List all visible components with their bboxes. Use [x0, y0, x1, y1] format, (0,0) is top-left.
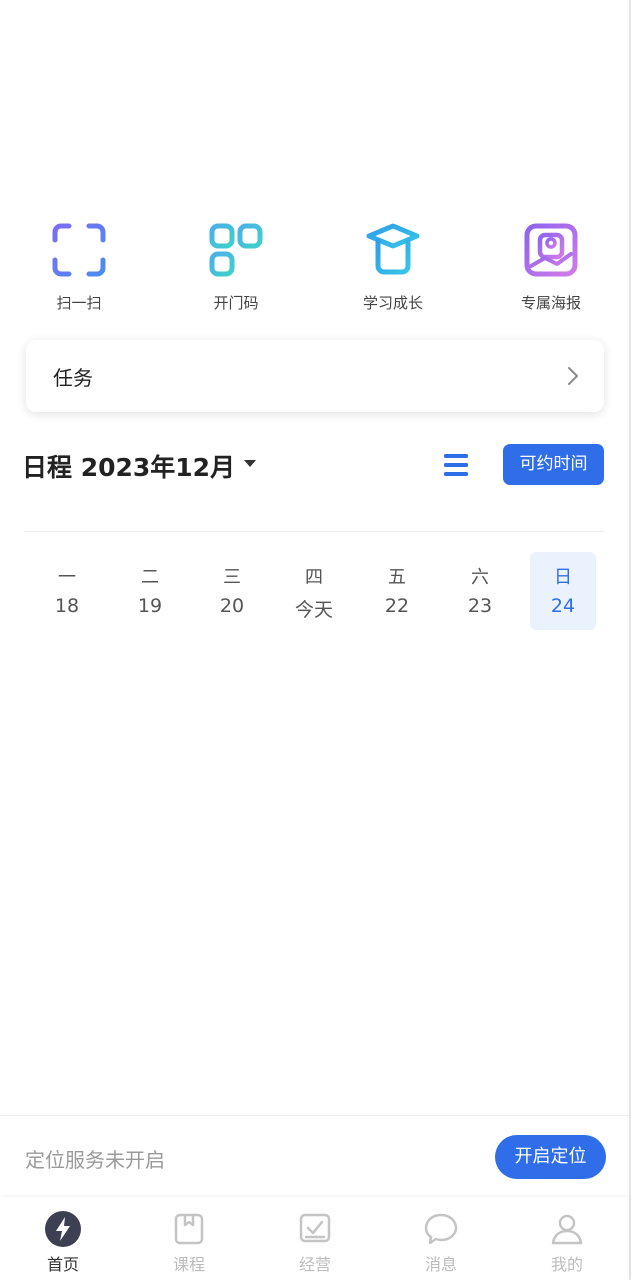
day-cell[interactable]: 六 23 — [447, 552, 513, 630]
learning-growth-action[interactable]: 学习成长 — [338, 222, 448, 313]
day-cell[interactable]: 二 19 — [117, 552, 183, 630]
date-label: 今天 — [294, 599, 333, 621]
tab-courses[interactable]: 课程 — [139, 1197, 239, 1280]
tab-label: 首页 — [46, 1255, 79, 1274]
day-cell[interactable]: 五 22 — [364, 552, 430, 630]
person-icon — [551, 1214, 583, 1245]
schedule-header: 日程 2023年12月 可约时间 — [22, 444, 604, 486]
date-label: 18 — [54, 595, 80, 617]
graduation-cap-icon — [366, 223, 420, 275]
weekday-label: 五 — [388, 567, 406, 588]
poster-image-icon — [524, 223, 578, 277]
learning-growth-label: 学习成长 — [362, 294, 423, 312]
week-strip: 一 18 二 19 三 20 四 今天 五 22 六 23 日 24 — [25, 552, 605, 632]
tab-label: 消息 — [424, 1255, 457, 1274]
day-cell-selected[interactable]: 日 24 — [530, 552, 596, 630]
chevron-right-icon — [568, 367, 578, 385]
scan-label: 扫一扫 — [56, 294, 102, 312]
tab-profile[interactable]: 我的 — [517, 1197, 617, 1280]
date-label: 24 — [550, 595, 576, 617]
available-time-button[interactable]: 可约时间 — [503, 444, 604, 485]
date-label: 22 — [384, 595, 410, 617]
weekday-label: 四 — [305, 567, 323, 588]
weekday-label: 六 — [471, 567, 489, 588]
caret-down-icon[interactable] — [244, 460, 256, 468]
day-cell[interactable]: 一 18 — [34, 552, 100, 630]
poster-action[interactable]: 专属海报 — [496, 222, 606, 313]
task-title: 任务 — [53, 365, 93, 390]
weekday-label: 三 — [223, 567, 241, 588]
weekday-label: 日 — [554, 567, 572, 588]
weekday-label: 二 — [141, 567, 159, 588]
location-status-text: 定位服务未开启 — [25, 1148, 165, 1172]
date-label: 20 — [219, 595, 245, 617]
scan-icon — [52, 223, 106, 277]
tab-label: 课程 — [172, 1255, 205, 1274]
scan-action[interactable]: 扫一扫 — [24, 222, 134, 313]
schedule-title[interactable]: 日程 2023年12月 — [22, 448, 235, 484]
lightning-icon — [45, 1211, 81, 1247]
tab-business[interactable]: 经营 — [265, 1197, 365, 1280]
enable-location-button[interactable]: 开启定位 — [495, 1135, 606, 1179]
divider — [24, 531, 604, 532]
weekday-label: 一 — [58, 567, 76, 588]
poster-label: 专属海报 — [520, 294, 581, 312]
tab-label: 我的 — [550, 1255, 583, 1274]
chat-bubble-icon — [424, 1213, 458, 1245]
book-icon — [174, 1213, 204, 1245]
tab-home[interactable]: 首页 — [13, 1197, 113, 1280]
checkbox-icon — [299, 1213, 331, 1243]
door-code-label: 开门码 — [213, 294, 259, 312]
date-label: 23 — [467, 595, 493, 617]
tab-messages[interactable]: 消息 — [391, 1197, 491, 1280]
quick-actions: 扫一扫 开门码 学习成长 专属海报 — [0, 222, 631, 322]
task-card[interactable]: 任务 — [26, 340, 604, 412]
list-view-icon[interactable] — [444, 453, 468, 477]
door-code-action[interactable]: 开门码 — [181, 222, 291, 313]
tab-bar: 首页 课程 经营 消息 我的 — [0, 1197, 629, 1280]
day-cell-today[interactable]: 四 今天 — [281, 552, 347, 630]
qr-code-icon — [209, 223, 263, 277]
date-label: 19 — [137, 595, 163, 617]
day-cell[interactable]: 三 20 — [199, 552, 265, 630]
location-bar: 定位服务未开启 开启定位 — [0, 1115, 629, 1197]
tab-label: 经营 — [298, 1255, 331, 1274]
